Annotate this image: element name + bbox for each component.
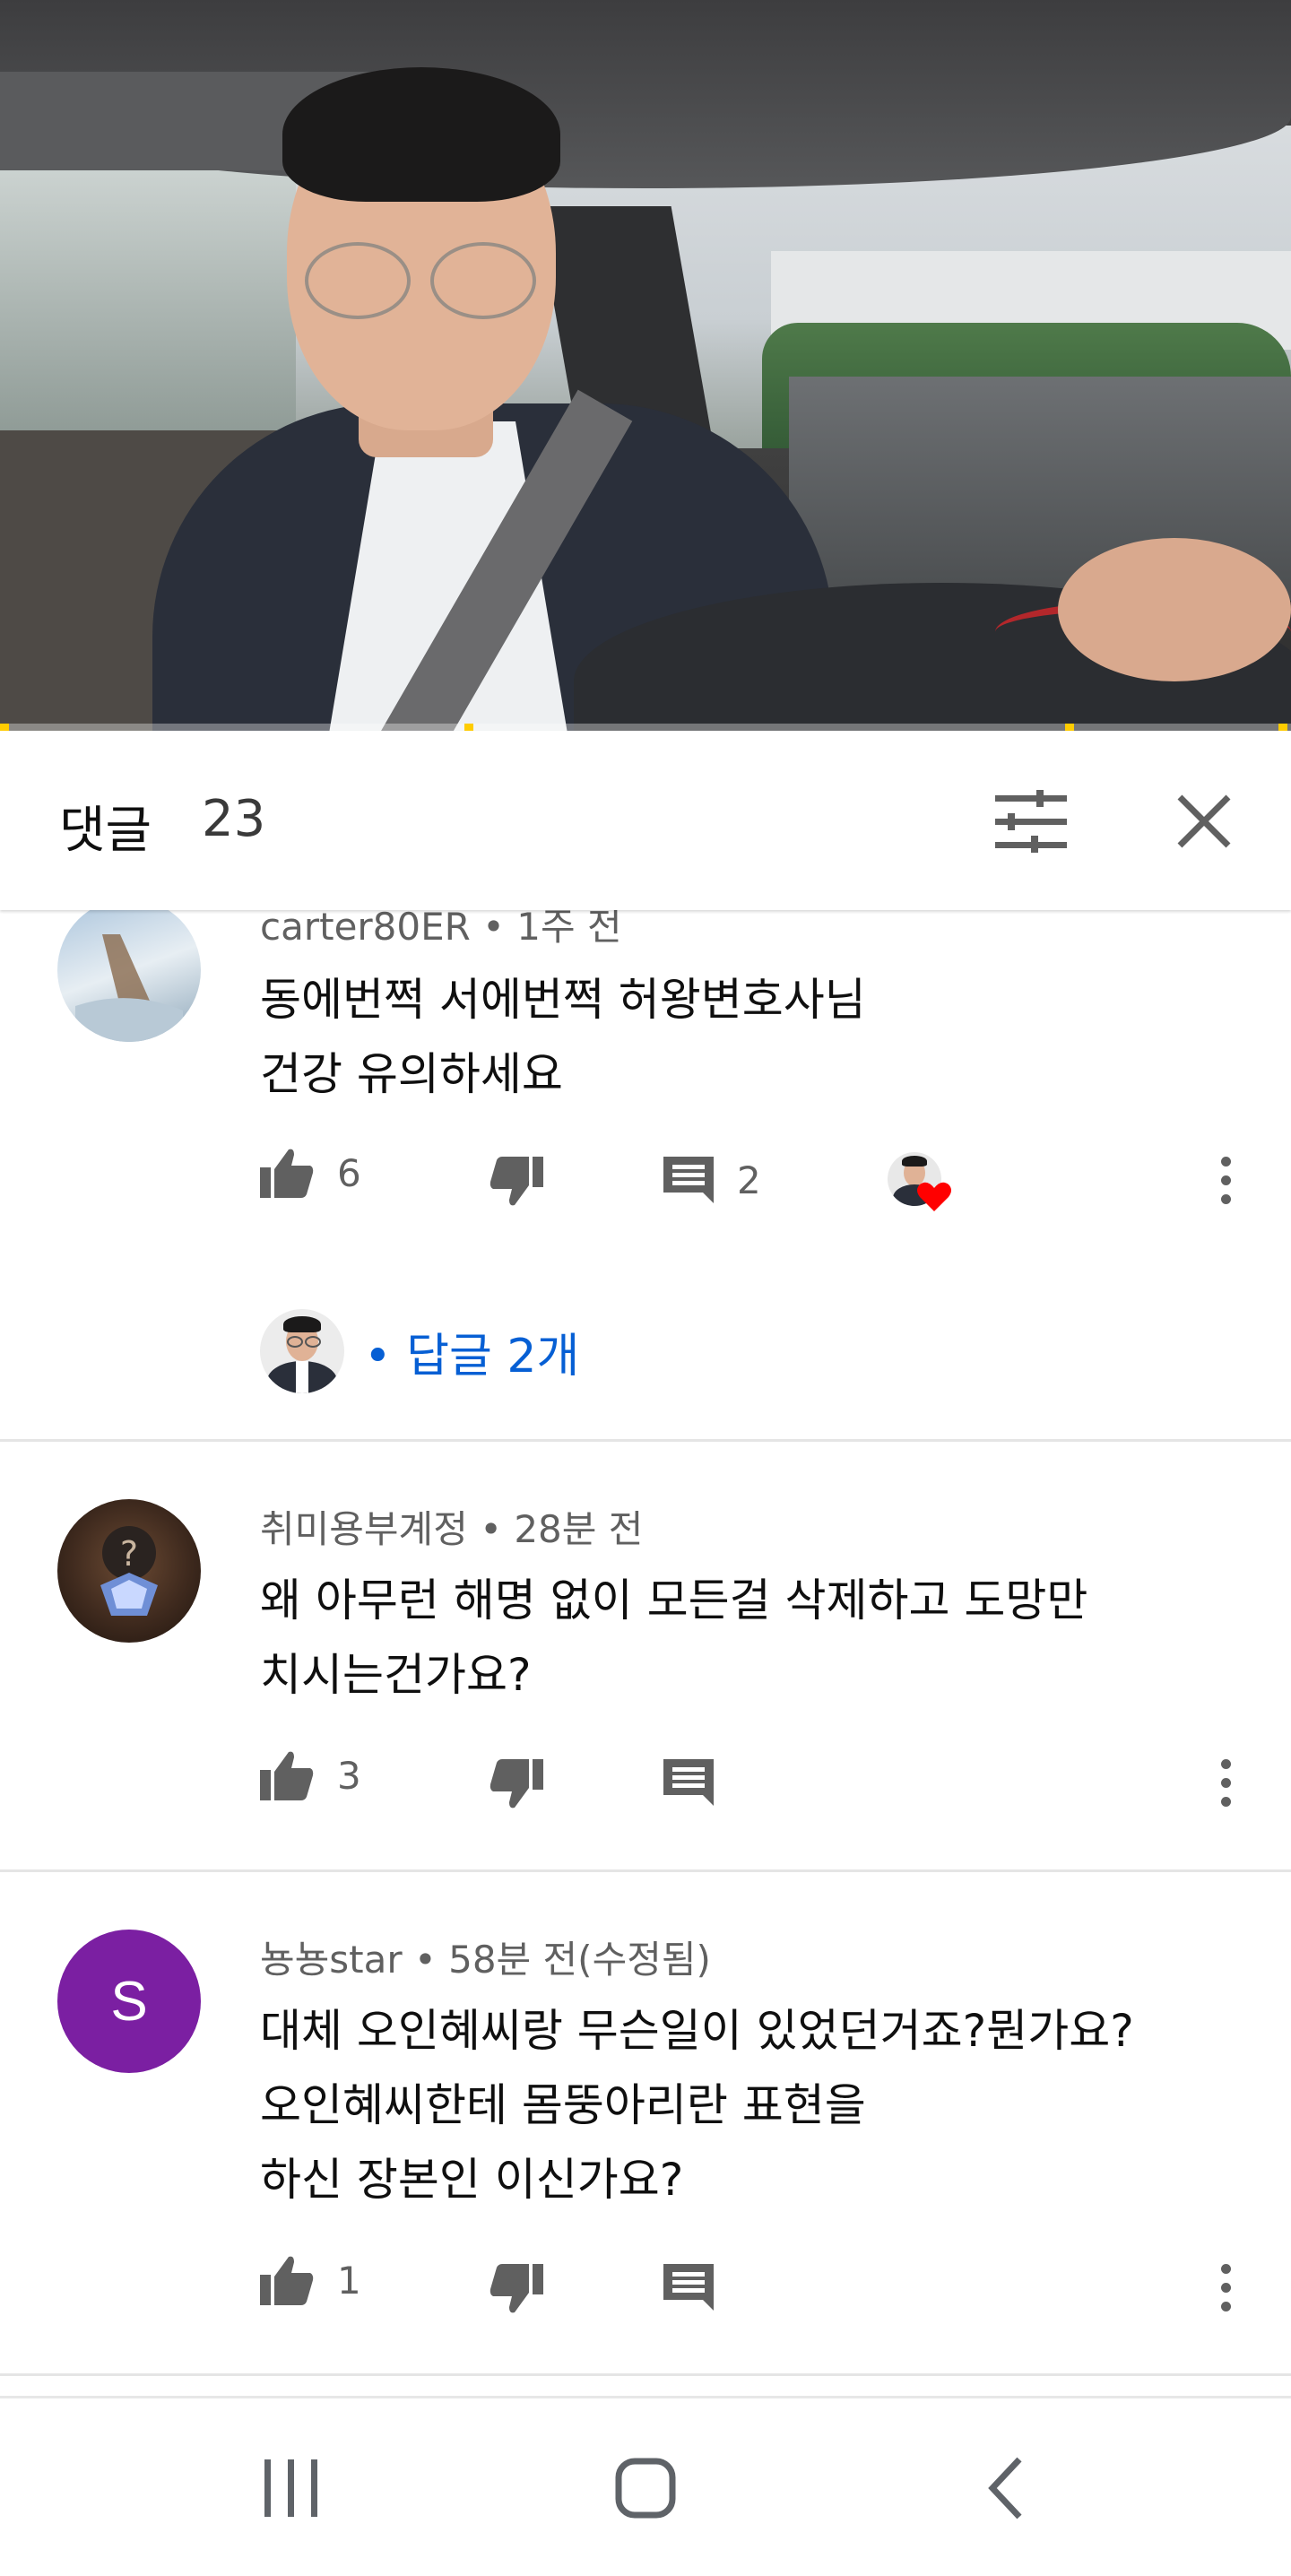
like-button[interactable]: 6 (260, 1148, 361, 1198)
creator-avatar (260, 1309, 344, 1393)
thumbs-down-icon (490, 1157, 543, 1206)
heart-icon (917, 1182, 951, 1211)
comment-text: 하신 장본인 이신가요? (260, 2154, 684, 2206)
comment-text: 대체 오인혜씨랑 무슨일이 있었던거죠?뭔가요? (260, 2005, 1134, 2057)
comment-text: 오인혜씨한테 몸뚱아리란 표현을 (260, 2079, 866, 2131)
avatar-letter: S (110, 1970, 148, 2033)
progress-marker (1065, 724, 1074, 731)
reply-button[interactable]: 2 (663, 1157, 761, 1203)
like-count: 1 (337, 2258, 361, 2303)
like-count: 6 (337, 1150, 361, 1195)
divider (0, 1869, 1291, 1872)
comment-reply-icon (663, 1759, 714, 1806)
comment-text: 동에번쩍 서에번쩍 허왕변호사님 (260, 974, 866, 1026)
divider (0, 2373, 1291, 2376)
more-options-icon[interactable] (1219, 2264, 1232, 2318)
reply-count: 2 (737, 1158, 761, 1202)
creator-heart (888, 1152, 951, 1211)
comments-title: 댓글 (59, 802, 152, 860)
comment-meta: 취미용부계정 • 28분 전 (260, 1507, 644, 1551)
thumbs-down-icon (490, 2264, 543, 2313)
home-icon[interactable] (601, 2443, 690, 2533)
dislike-button[interactable] (490, 1157, 543, 1207)
reply-button[interactable] (663, 2264, 714, 2311)
comment-reply-icon (663, 2264, 714, 2311)
comment-meta: 뇽뇽star • 58분 전(수정됨) (260, 1938, 711, 1982)
video-background (0, 152, 296, 439)
comments-header: 댓글 23 (0, 731, 1291, 910)
video-person (305, 242, 538, 319)
avatar[interactable] (57, 898, 201, 1042)
avatar-image (75, 934, 183, 1042)
comments-count: 23 (202, 790, 266, 848)
thumbs-down-icon (490, 1759, 543, 1808)
video-person (282, 67, 560, 202)
sort-sliders-icon[interactable] (995, 790, 1067, 853)
thumbs-up-icon (260, 2256, 314, 2305)
close-icon[interactable] (1174, 792, 1234, 851)
like-count: 3 (337, 1753, 361, 1798)
reply-button[interactable] (663, 1759, 714, 1806)
recent-apps-icon[interactable] (247, 2443, 336, 2533)
comment-reply-icon (663, 1157, 714, 1203)
thumbs-up-icon (260, 1149, 314, 1198)
like-button[interactable]: 3 (260, 1750, 361, 1800)
video-player[interactable] (0, 0, 1291, 731)
progress-marker (1278, 724, 1287, 731)
view-replies-link[interactable]: • 답글 2개 (260, 1309, 579, 1393)
progress-marker (464, 724, 473, 731)
video-person (1058, 538, 1291, 681)
thumbs-up-icon (260, 1751, 314, 1800)
comment-text: 치시는건가요? (260, 1649, 532, 1701)
avatar[interactable]: ? (57, 1499, 201, 1643)
view-replies-label: • 답글 2개 (364, 1329, 580, 1383)
comment-text: 건강 유의하세요 (260, 1048, 563, 1100)
more-options-icon[interactable] (1219, 1157, 1232, 1210)
comment-text: 왜 아무런 해명 없이 모든걸 삭제하고 도망만 (260, 1574, 1088, 1626)
divider (0, 1439, 1291, 1442)
progress-marker (0, 724, 9, 731)
video-progress-bar[interactable] (0, 724, 1291, 731)
svg-text:?: ? (120, 1534, 138, 1574)
system-navigation-bar (0, 2396, 1291, 2576)
avatar[interactable]: S (57, 1930, 201, 2073)
dislike-button[interactable] (490, 1759, 543, 1809)
like-button[interactable]: 1 (260, 2255, 361, 2305)
avatar-image: ? (100, 1526, 158, 1616)
more-options-icon[interactable] (1219, 1759, 1232, 1813)
dislike-button[interactable] (490, 2264, 543, 2314)
back-icon[interactable] (964, 2443, 1053, 2533)
